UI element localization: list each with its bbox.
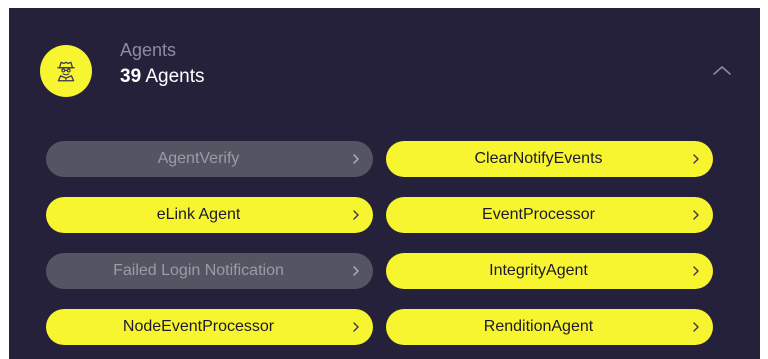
- agent-item[interactable]: EventProcessor: [386, 197, 713, 233]
- agent-list: AgentVerify ClearNotifyEvents eLink Agent E…: [46, 141, 722, 345]
- agent-item-label: RenditionAgent: [483, 318, 594, 335]
- agent-item[interactable]: ClearNotifyEvents: [386, 141, 713, 177]
- agent-item[interactable]: NodeEventProcessor: [46, 309, 373, 345]
- chevron-right-icon: [347, 150, 365, 168]
- agent-item[interactable]: Failed Login Notification: [46, 253, 373, 289]
- agent-item[interactable]: AgentVerify: [46, 141, 373, 177]
- panel-title: Agents: [120, 40, 177, 60]
- agent-item-label: EventProcessor: [482, 206, 595, 223]
- agent-item[interactable]: IntegrityAgent: [386, 253, 713, 289]
- chevron-right-icon: [347, 318, 365, 336]
- agents-header: Agents 39 Agents: [9, 8, 760, 126]
- chevron-right-icon: [687, 150, 705, 168]
- agent-item-label: AgentVerify: [157, 150, 240, 167]
- collapse-button[interactable]: [709, 59, 735, 81]
- agent-spy-icon: [57, 61, 75, 82]
- agent-count: 39 Agents: [120, 66, 205, 88]
- agent-count-number: 39: [120, 66, 142, 87]
- agent-item[interactable]: RenditionAgent: [386, 309, 713, 345]
- agent-item-label: ClearNotifyEvents: [474, 150, 603, 167]
- chevron-right-icon: [687, 206, 705, 224]
- agent-avatar: [40, 45, 92, 97]
- chevron-right-icon: [347, 262, 365, 280]
- agent-item[interactable]: eLink Agent: [46, 197, 373, 233]
- agent-item-label: Failed Login Notification: [113, 262, 284, 279]
- agent-item-label: IntegrityAgent: [489, 262, 588, 279]
- agents-panel: Agents 39 Agents AgentVerify ClearNotifyE…: [9, 8, 760, 359]
- agent-item-label: NodeEventProcessor: [122, 318, 275, 335]
- chevron-right-icon: [347, 206, 365, 224]
- agent-item-label: eLink Agent: [156, 206, 241, 223]
- chevron-up-icon: [713, 66, 731, 75]
- agent-count-label: Agents: [141, 66, 205, 87]
- chevron-right-icon: [687, 262, 705, 280]
- chevron-right-icon: [687, 318, 705, 336]
